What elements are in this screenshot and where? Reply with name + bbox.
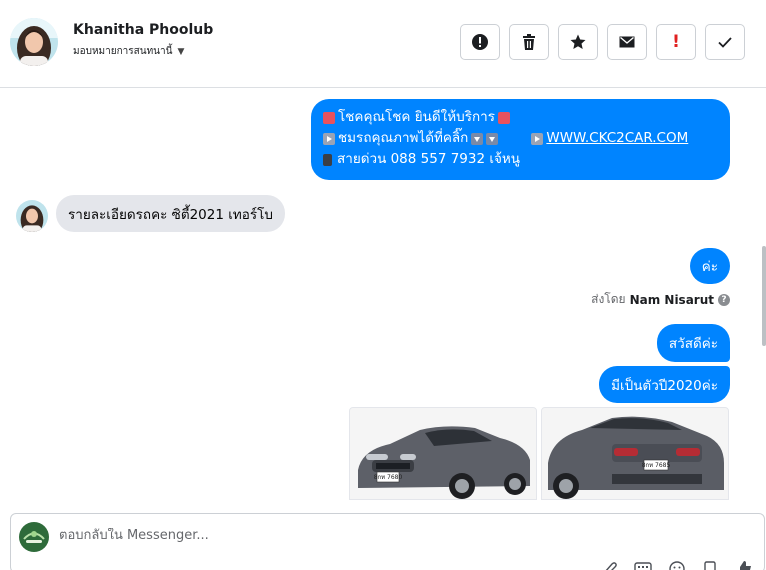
- chevron-down-icon: ▼: [177, 46, 185, 57]
- assign-label: มอบหมายการสนทนานี้: [73, 46, 173, 57]
- message-text: รายละเอียดรถคะ ซิตี้2021 เทอร์โบ: [68, 206, 273, 223]
- message-text: มีเป็นตัวปี2020ค่ะ: [611, 377, 718, 394]
- down-arrow-emoji-icon: [471, 132, 484, 145]
- reply-composer: [10, 513, 765, 570]
- check-icon: [718, 37, 732, 48]
- contact-avatar[interactable]: [10, 18, 58, 66]
- promo-line-3: สายด่วน 088 557 7932 เจ้หนู: [337, 151, 521, 167]
- mark-spam-button[interactable]: [460, 24, 500, 60]
- red-exclamation-icon: !: [672, 32, 680, 52]
- play-button-emoji-icon: [531, 132, 544, 145]
- delete-button[interactable]: [509, 24, 549, 60]
- sender-name: Nam Nisarut: [629, 292, 714, 307]
- composer-tools: [600, 560, 754, 570]
- license-plate-text: 8กท 7680: [374, 474, 403, 481]
- incoming-message[interactable]: รายละเอียดรถคะ ซิตี้2021 เทอร์โบ: [56, 195, 285, 232]
- outgoing-message[interactable]: ค่ะ: [689, 248, 730, 284]
- mark-unread-button[interactable]: [607, 24, 647, 60]
- message-text: สวัสดีค่ะ: [668, 336, 718, 352]
- trash-icon: [523, 34, 535, 50]
- sent-by-label: ส่งโดย Nam Nisarut ?: [591, 290, 730, 309]
- follow-up-button[interactable]: !: [656, 24, 696, 60]
- help-icon[interactable]: ?: [718, 293, 730, 306]
- outgoing-message-promo[interactable]: โชคคุณโชค ยินดีให้บริการ ชมรถคุณภาพได้ที…: [311, 99, 730, 180]
- mark-done-button[interactable]: [705, 24, 745, 60]
- emoji-icon[interactable]: [668, 560, 686, 570]
- outgoing-message[interactable]: สวัสดีค่ะ: [656, 324, 730, 362]
- car-photo-rear[interactable]: 8กท 7685: [541, 407, 729, 500]
- scrollbar[interactable]: [762, 246, 766, 346]
- saved-replies-icon[interactable]: [634, 560, 652, 570]
- gif-icon[interactable]: [702, 560, 720, 570]
- exclamation-circle-icon: [472, 34, 488, 50]
- license-plate-text: 8กท 7685: [642, 462, 671, 469]
- attachment-icon[interactable]: [600, 560, 618, 570]
- promo-website-link[interactable]: WWW.CKC2CAR.COM: [546, 128, 688, 149]
- message-thread[interactable]: โชคคุณโชค ยินดีให้บริการ ชมรถคุณภาพได้ที…: [0, 88, 766, 500]
- car-photo-front[interactable]: 8กท 7680: [349, 407, 537, 500]
- sparkle-emoji-icon: [323, 111, 335, 124]
- promo-line-1: โชคคุณโชค ยินดีให้บริการ: [338, 109, 495, 125]
- assign-conversation-dropdown[interactable]: มอบหมายการสนทนานี้ ▼: [73, 44, 184, 59]
- play-button-emoji-icon: [323, 132, 335, 145]
- star-icon: [570, 34, 586, 49]
- contact-name[interactable]: Khanitha Phoolub: [73, 22, 213, 38]
- page-logo-avatar: [19, 522, 49, 552]
- sparkle-emoji-icon: [497, 111, 510, 124]
- outgoing-message[interactable]: มีเป็นตัวปี2020ค่ะ: [599, 366, 730, 403]
- star-button[interactable]: [558, 24, 598, 60]
- mobile-phone-emoji-icon: [323, 153, 332, 166]
- envelope-icon: [619, 36, 635, 48]
- reply-input[interactable]: [59, 528, 659, 543]
- sent-by-prefix: ส่งโดย: [591, 292, 626, 306]
- like-icon[interactable]: [736, 560, 754, 570]
- conversation-header: Khanitha Phoolub มอบหมายการสนทนานี้ ▼ !: [0, 0, 766, 88]
- header-actions: !: [460, 24, 745, 60]
- message-text: ค่ะ: [701, 259, 718, 275]
- contact-avatar-small[interactable]: [16, 200, 48, 232]
- promo-line-2: ชมรถคุณภาพได้ที่คลิ๊ก: [338, 130, 469, 146]
- down-arrow-emoji-icon: [486, 132, 499, 145]
